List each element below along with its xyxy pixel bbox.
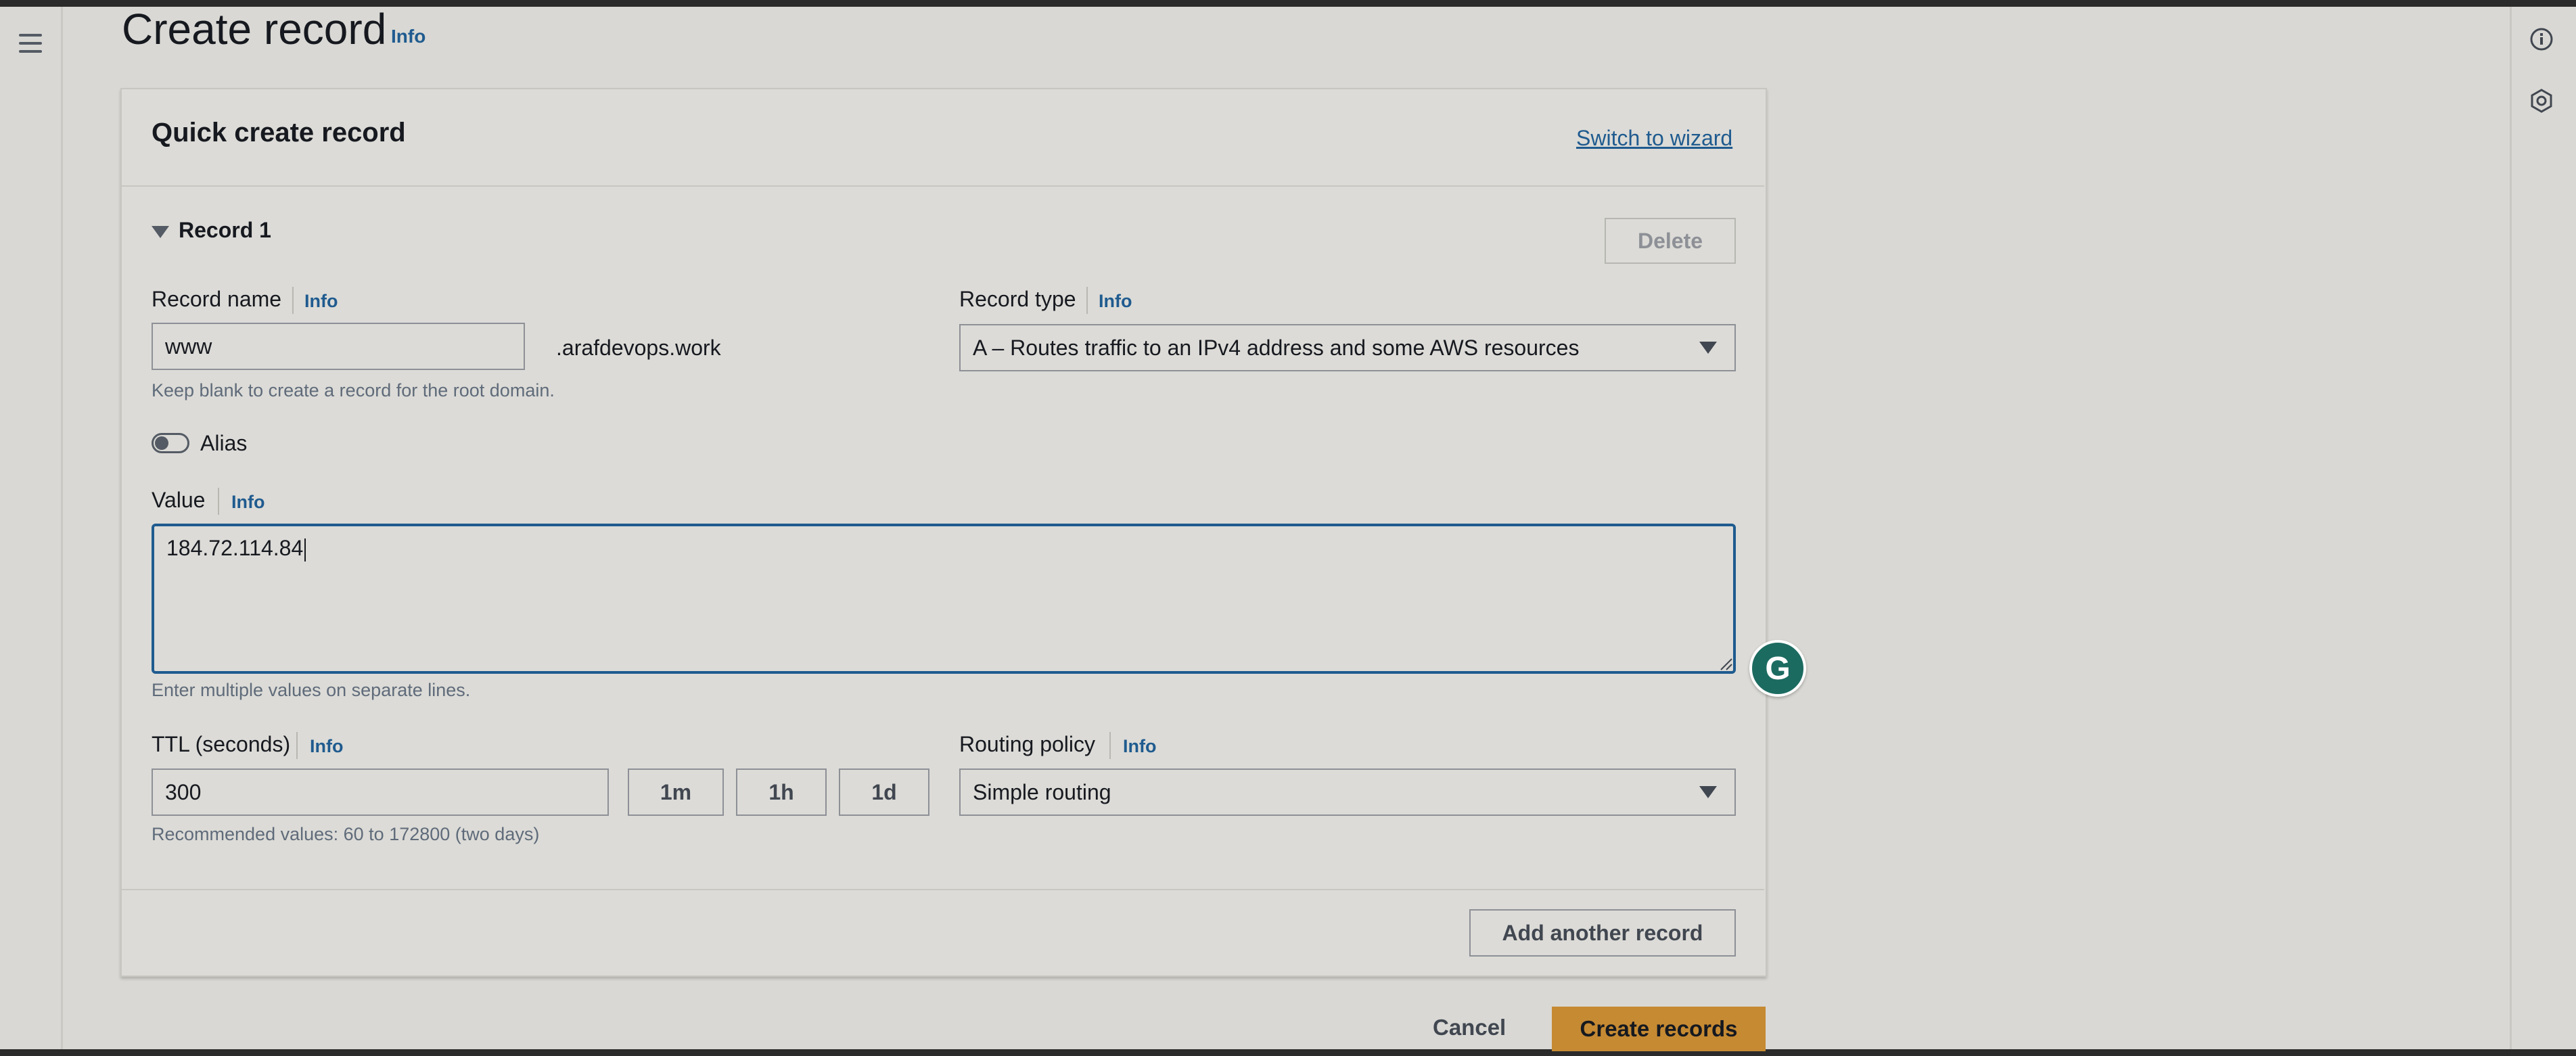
- routing-policy-dropdown-icon[interactable]: [1699, 786, 1717, 798]
- panel-header-divider: [122, 185, 1764, 187]
- ttl-1d-button[interactable]: 1d: [839, 768, 929, 816]
- label-separator: [1086, 287, 1088, 314]
- panel-title: Quick create record: [152, 118, 406, 147]
- value-text: 184.72.114.84: [166, 536, 304, 560]
- bottom-bar: [0, 1049, 2576, 1056]
- resize-handle-icon[interactable]: [1718, 656, 1733, 671]
- info-circle-icon[interactable]: [2528, 26, 2555, 53]
- routing-policy-select[interactable]: Simple routing: [959, 768, 1736, 816]
- delete-record-button[interactable]: Delete: [1605, 218, 1736, 264]
- ttl-1m-button[interactable]: 1m: [628, 768, 724, 816]
- alias-label: Alias: [200, 431, 248, 455]
- domain-suffix: .arafdevops.work: [556, 336, 721, 360]
- page-title-info-link[interactable]: Info: [391, 26, 426, 47]
- record-name-input[interactable]: www: [152, 323, 525, 370]
- add-another-record-button[interactable]: Add another record: [1469, 909, 1736, 957]
- record-section-label[interactable]: Record 1: [179, 218, 271, 243]
- text-cursor: [304, 538, 306, 561]
- value-textarea[interactable]: 184.72.114.84: [152, 524, 1736, 674]
- panel-footer-divider: [122, 889, 1764, 890]
- record-type-dropdown-icon[interactable]: [1699, 342, 1717, 354]
- alias-toggle-knob: [155, 436, 168, 450]
- grammarly-icon[interactable]: G: [1749, 640, 1806, 697]
- routing-policy-info-link[interactable]: Info: [1123, 736, 1156, 757]
- hamburger-menu-icon[interactable]: [19, 34, 42, 54]
- record-type-label: Record type: [959, 287, 1076, 311]
- label-separator: [296, 732, 298, 759]
- record-type-info-link[interactable]: Info: [1099, 291, 1132, 312]
- ttl-info-link[interactable]: Info: [310, 736, 343, 757]
- settings-hexagon-icon[interactable]: [2528, 87, 2555, 114]
- page-title: Create record: [122, 5, 387, 53]
- record-name-hint: Keep blank to create a record for the ro…: [152, 380, 555, 400]
- alias-toggle[interactable]: [152, 433, 189, 453]
- ttl-input[interactable]: 300: [152, 768, 609, 816]
- label-separator: [218, 488, 219, 515]
- value-label: Value: [152, 488, 206, 512]
- record-name-label: Record name: [152, 287, 282, 311]
- switch-to-wizard-link[interactable]: Switch to wizard: [1576, 126, 1732, 151]
- value-hint: Enter multiple values on separate lines.: [152, 680, 471, 700]
- right-tools-rail: [2510, 7, 2576, 1049]
- routing-policy-label: Routing policy: [959, 732, 1095, 756]
- left-navigation-rail: [0, 7, 63, 1049]
- ttl-label: TTL (seconds): [152, 732, 291, 756]
- record-name-info-link[interactable]: Info: [304, 291, 338, 312]
- create-records-button[interactable]: Create records: [1552, 1007, 1766, 1051]
- label-separator: [292, 287, 294, 314]
- label-separator: [1109, 732, 1111, 759]
- ttl-hint: Recommended values: 60 to 172800 (two da…: [152, 824, 540, 844]
- record-collapse-caret-icon[interactable]: [152, 226, 169, 238]
- value-info-link[interactable]: Info: [231, 492, 264, 513]
- record-type-select[interactable]: A – Routes traffic to an IPv4 address an…: [959, 324, 1736, 371]
- ttl-1h-button[interactable]: 1h: [736, 768, 827, 816]
- cancel-button[interactable]: Cancel: [1433, 1015, 1506, 1040]
